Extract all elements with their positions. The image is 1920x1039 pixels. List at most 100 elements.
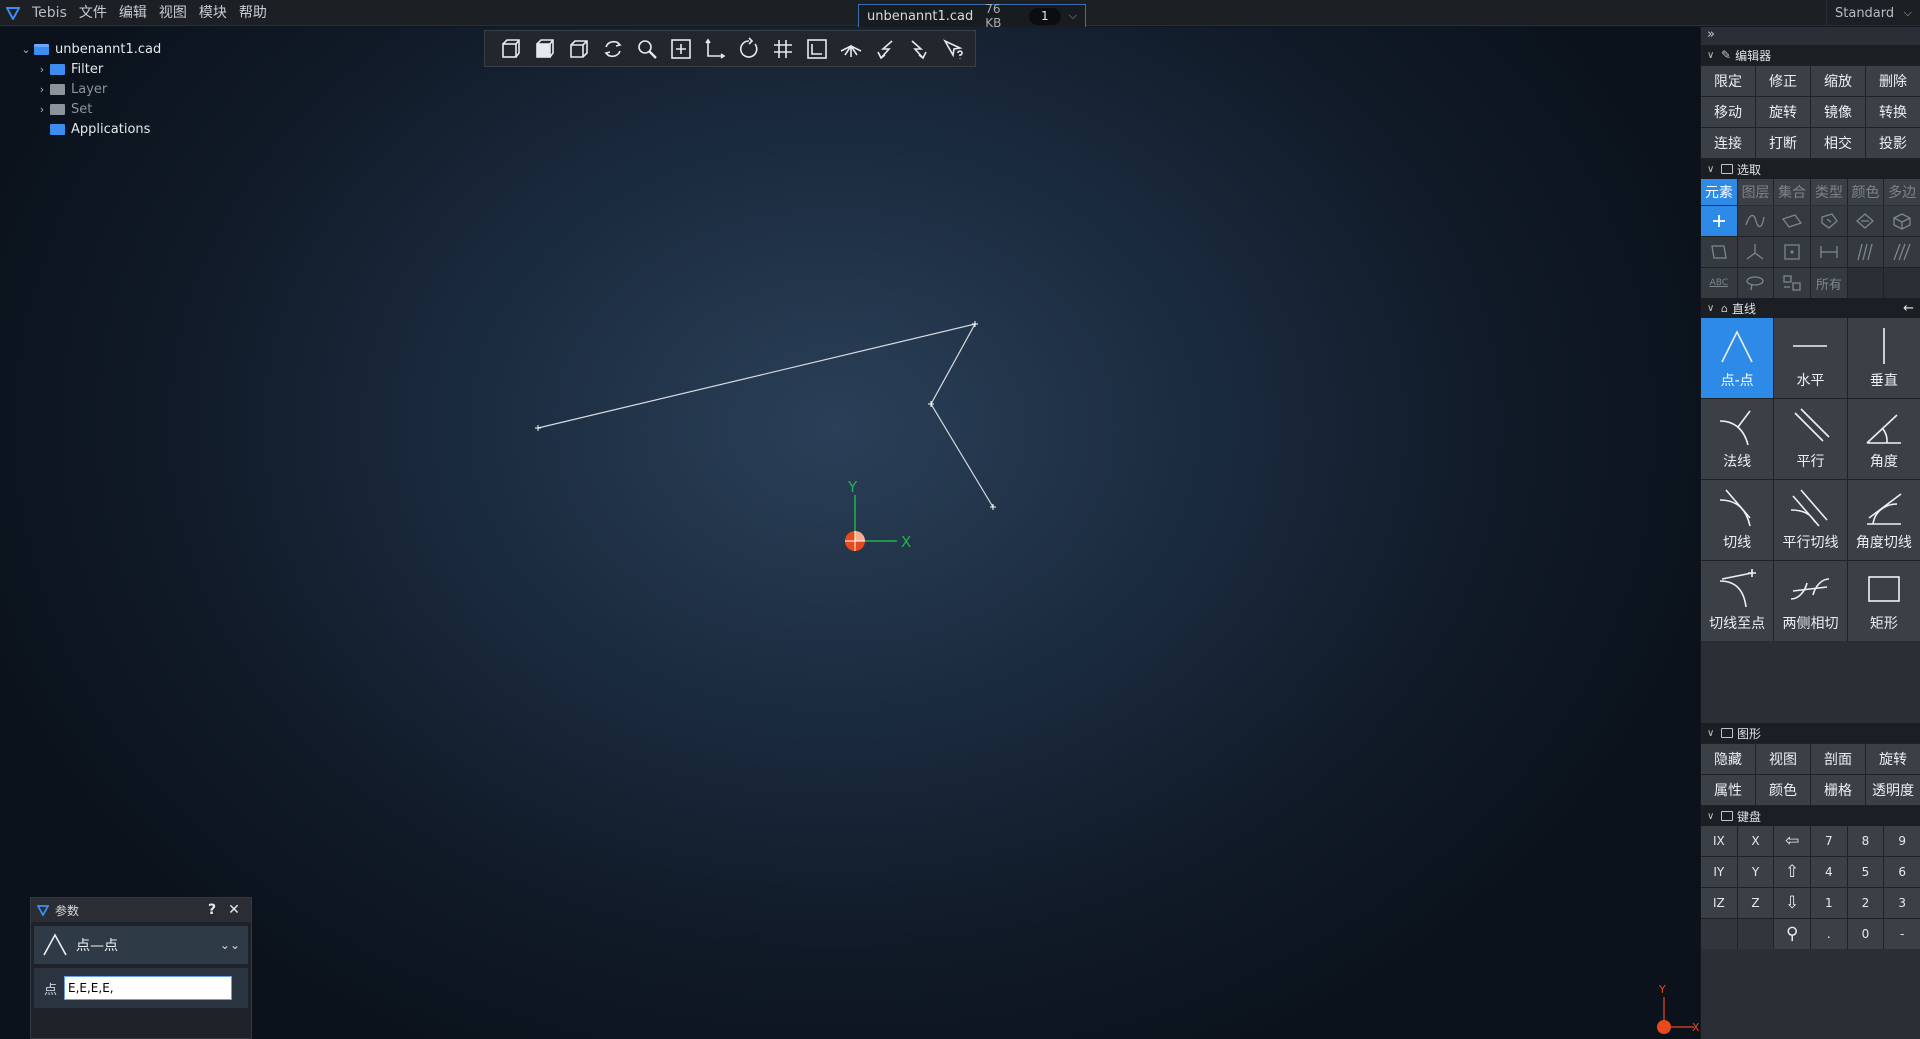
key-x[interactable]: X [1737,826,1774,856]
menu-edit[interactable]: 编辑 [113,0,153,26]
polyline-geometry[interactable] [537,323,994,508]
line-tool-normal[interactable]: 法线 [1701,399,1774,479]
key-y[interactable]: Y [1737,857,1774,887]
plus-icon[interactable] [1701,206,1737,236]
graphics-button-hide[interactable]: 隐藏 [1701,744,1755,774]
menu-view[interactable]: 视图 [153,0,193,26]
graphics-button-color[interactable]: 颜色 [1756,775,1810,805]
line-tool-point-point[interactable]: 点-点 [1701,318,1774,398]
menu-help[interactable]: 帮助 [233,0,273,26]
key-4[interactable]: 4 [1811,857,1847,887]
menu-module[interactable]: 模块 [193,0,233,26]
text-abc-icon[interactable]: ABC [1701,268,1737,298]
editor-button-scale[interactable]: 缩放 [1811,66,1865,96]
graphics-button-view[interactable]: 视图 [1756,744,1810,774]
select-tab-layer[interactable]: 图层 [1737,179,1774,205]
key-2[interactable]: 2 [1847,888,1884,918]
editor-button-mirror[interactable]: 镜像 [1811,97,1865,127]
editor-button-project[interactable]: 投影 [1866,128,1920,158]
section-editor-header[interactable]: ∨ ✎ 编辑器 [1701,45,1920,65]
line-tool-parallel-tangent[interactable]: 平行切线 [1774,480,1847,560]
line-tool-tangent-to-point[interactable]: 切线至点 [1701,561,1774,641]
key-iy[interactable]: IY [1701,857,1737,887]
help-button[interactable]: ? [201,902,223,918]
select-tab-set[interactable]: 集合 [1774,179,1810,205]
graphics-button-rotate[interactable]: 旋转 [1866,744,1920,774]
editor-button-transform[interactable]: 转换 [1866,97,1920,127]
key-down-arrow-icon[interactable]: ⇩ [1774,888,1810,918]
group-icon[interactable] [1774,268,1810,298]
surface-icon[interactable] [1774,206,1810,236]
key-7[interactable]: 7 [1811,826,1847,856]
scene-canvas[interactable]: Y X Y X [0,27,1700,1039]
section-graphics-header[interactable]: ∨ 图形 [1701,723,1920,743]
panel-collapse-button[interactable]: » [1701,27,1920,45]
line-tool-parallel[interactable]: 平行 [1774,399,1847,479]
line-tool-tangent[interactable]: 切线 [1701,480,1774,560]
dimension-icon[interactable] [1811,237,1847,267]
select-tab-element[interactable]: 元素 [1701,179,1737,205]
editor-button-delete[interactable]: 删除 [1866,66,1920,96]
line-tool-angle-tangent[interactable]: 角度切线 [1847,480,1920,560]
key-ix[interactable]: IX [1701,826,1737,856]
params-command[interactable]: 点—点 ⌄⌄ [34,926,248,964]
section-lines-header[interactable]: ∨ ⌂ 直线 ← [1701,298,1920,318]
editor-button-limit[interactable]: 限定 [1701,66,1755,96]
editor-button-intersect[interactable]: 相交 [1811,128,1865,158]
menu-file[interactable]: 文件 [73,0,113,26]
key-5[interactable]: 5 [1847,857,1884,887]
key-left-arrow-icon[interactable]: ⇦ [1774,826,1810,856]
line-tool-horizontal[interactable]: 水平 [1774,318,1847,398]
graphics-button-section[interactable]: 剖面 [1811,744,1865,774]
editor-button-break[interactable]: 打断 [1756,128,1810,158]
section-select-header[interactable]: ∨ 选取 [1701,159,1920,179]
key-dot[interactable]: . [1811,919,1847,949]
key-pick-icon[interactable]: ⚲ [1774,919,1810,949]
line-tool-bitangent[interactable]: 两侧相切 [1774,561,1847,641]
key-8[interactable]: 8 [1847,826,1884,856]
close-button[interactable]: ✕ [223,902,245,918]
editor-button-modify[interactable]: 修正 [1756,66,1810,96]
graphics-button-attributes[interactable]: 属性 [1701,775,1755,805]
key-1[interactable]: 1 [1811,888,1847,918]
lasso-icon[interactable] [1737,268,1774,298]
line-tool-rectangle[interactable]: 矩形 [1847,561,1920,641]
shell-icon[interactable] [1847,206,1884,236]
key-minus[interactable]: - [1884,919,1920,949]
point-icon[interactable] [1774,237,1810,267]
select-tab-polygon[interactable]: 多边 [1884,179,1920,205]
editor-button-move[interactable]: 移动 [1701,97,1755,127]
curve-icon[interactable] [1737,206,1774,236]
mesh-icon[interactable] [1847,237,1884,267]
select-tab-color[interactable]: 颜色 [1847,179,1884,205]
editor-button-rotate[interactable]: 旋转 [1756,97,1810,127]
document-tab[interactable]: unbenannt1.cad 76 KB 1 ⌵ [858,2,1086,30]
key-up-arrow-icon[interactable]: ⇧ [1774,857,1810,887]
coordinate-system-icon[interactable] [1737,237,1774,267]
select-all-button[interactable]: 所有 [1811,268,1847,298]
line-tool-vertical[interactable]: 垂直 [1847,318,1920,398]
face-icon[interactable] [1811,206,1847,236]
editor-button-connect[interactable]: 连接 [1701,128,1755,158]
params-header[interactable]: 参数 ? ✕ [31,898,251,922]
key-iz[interactable]: IZ [1701,888,1737,918]
select-tab-type[interactable]: 类型 [1811,179,1847,205]
key-6[interactable]: 6 [1884,857,1920,887]
3d-viewport[interactable]: ⌄ unbenannt1.cad › Filter › Layer › Set [0,27,1700,1039]
key-z[interactable]: Z [1737,888,1774,918]
double-chevron-down-icon[interactable]: ⌄⌄ [220,938,240,952]
solid-icon[interactable] [1884,206,1920,236]
point-input[interactable] [64,976,232,1000]
graphics-button-grid[interactable]: 栅格 [1811,775,1865,805]
graphics-button-transparency[interactable]: 透明度 [1866,775,1920,805]
chevron-down-icon[interactable]: ⌵ [1069,9,1077,23]
key-3[interactable]: 3 [1884,888,1920,918]
profile-select[interactable]: Standard ⌵ [1826,0,1920,26]
line-tool-angle[interactable]: 角度 [1847,399,1920,479]
section-keyboard-header[interactable]: ∨ 键盘 [1701,806,1920,826]
plane-icon[interactable] [1701,237,1737,267]
key-9[interactable]: 9 [1884,826,1920,856]
key-0[interactable]: 0 [1847,919,1884,949]
hatch-icon[interactable] [1884,237,1920,267]
back-arrow-icon[interactable]: ← [1903,301,1914,316]
